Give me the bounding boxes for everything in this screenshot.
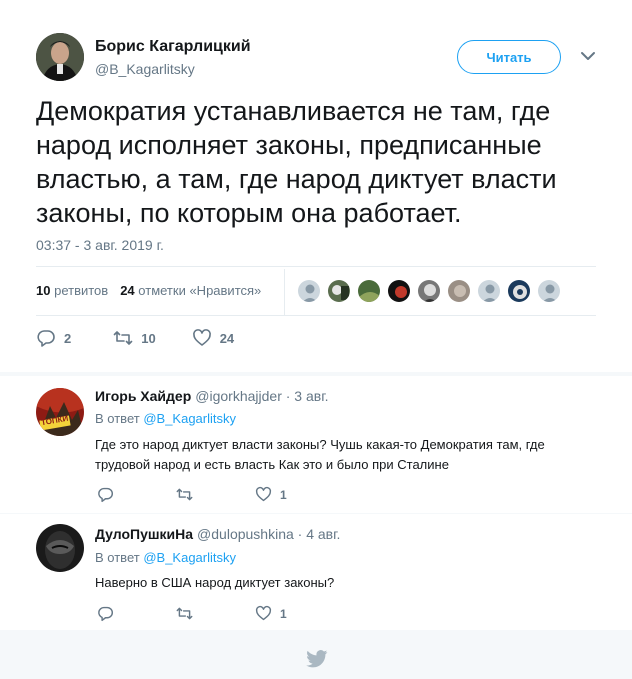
liker-avatar[interactable] bbox=[417, 279, 441, 303]
reply-avatar[interactable]: ТОПКИ bbox=[36, 388, 84, 436]
liker-avatar[interactable] bbox=[357, 279, 381, 303]
author-avatar[interactable] bbox=[36, 33, 84, 81]
reply-tweet[interactable]: ТОПКИ Игорь Хайдер @igorkhajjder · 3 авг.… bbox=[0, 376, 632, 513]
reply-tweet[interactable]: ДулоПушкиНа @dulopushkina · 4 авг. В отве… bbox=[0, 514, 632, 630]
retweets-label: ретвитов bbox=[54, 283, 109, 298]
stats-separator bbox=[284, 269, 285, 315]
in-reply-prefix: В ответ bbox=[95, 550, 140, 565]
likes-stat[interactable]: 24 отметки «Нравится» bbox=[120, 283, 261, 298]
reply-author-handle: @igorkhajjder bbox=[195, 388, 282, 404]
like-count: 1 bbox=[280, 606, 287, 621]
heart-icon bbox=[255, 486, 272, 502]
liker-avatar[interactable] bbox=[537, 279, 561, 303]
reply-button[interactable]: 2 bbox=[36, 328, 71, 348]
heart-icon bbox=[192, 329, 211, 346]
divider bbox=[36, 266, 596, 267]
reply-date[interactable]: · 4 авг. bbox=[298, 526, 341, 542]
liker-avatar[interactable] bbox=[507, 279, 531, 303]
likers-avatars bbox=[297, 279, 561, 303]
retweets-stat[interactable]: 10 ретвитов bbox=[36, 283, 108, 298]
tweet-stats: 10 ретвитов 24 отметки «Нравится» bbox=[36, 283, 261, 298]
tweet-actions: 2 10 24 bbox=[36, 328, 234, 348]
liker-avatar[interactable] bbox=[477, 279, 501, 303]
liker-avatar[interactable] bbox=[447, 279, 471, 303]
main-tweet: Борис Кагарлицкий @B_Kagarlitsky Читать … bbox=[0, 0, 632, 372]
reply-button[interactable] bbox=[97, 486, 114, 503]
in-reply-to: В ответ @B_Kagarlitsky bbox=[95, 411, 236, 426]
like-button[interactable]: 24 bbox=[192, 328, 234, 348]
heart-icon bbox=[255, 605, 272, 621]
like-button[interactable]: 1 bbox=[255, 605, 287, 622]
reply-text: Наверно в США народ диктует законы? bbox=[95, 575, 335, 590]
retweets-count: 10 bbox=[36, 283, 51, 298]
retweet-button[interactable] bbox=[176, 605, 193, 622]
author-name[interactable]: Борис Кагарлицкий bbox=[95, 38, 251, 56]
reply-text: Где это народ диктует власти законы? Чуш… bbox=[95, 437, 545, 472]
retweet-icon bbox=[176, 607, 193, 620]
reply-author[interactable]: ДулоПушкиНа @dulopushkina · 4 авг. bbox=[95, 526, 340, 542]
reply-icon bbox=[98, 606, 113, 622]
like-count: 24 bbox=[219, 330, 235, 346]
retweet-icon bbox=[176, 488, 193, 501]
tweet-text: Демократия устанавливается не там, где н… bbox=[36, 96, 557, 228]
follow-button[interactable]: Читать bbox=[457, 40, 561, 74]
like-count: 1 bbox=[280, 487, 287, 502]
liker-avatar[interactable] bbox=[387, 279, 411, 303]
divider bbox=[36, 315, 596, 316]
retweet-button[interactable] bbox=[176, 486, 193, 503]
reply-count: 2 bbox=[64, 330, 72, 346]
reply-icon bbox=[98, 487, 113, 503]
in-reply-link[interactable]: @B_Kagarlitsky bbox=[143, 411, 236, 426]
reply-author-name: ДулоПушкиНа bbox=[95, 526, 194, 542]
reply-actions: 1 bbox=[97, 605, 287, 622]
retweet-button[interactable]: 10 bbox=[113, 328, 156, 348]
liker-avatar[interactable] bbox=[297, 279, 321, 303]
reply-author[interactable]: Игорь Хайдер @igorkhajjder · 3 авг. bbox=[95, 388, 329, 404]
in-reply-to: В ответ @B_Kagarlitsky bbox=[95, 550, 236, 565]
like-button[interactable]: 1 bbox=[255, 486, 287, 503]
in-reply-prefix: В ответ bbox=[95, 411, 140, 426]
tweet-timestamp[interactable]: 03:37 - 3 авг. 2019 г. bbox=[36, 237, 164, 253]
liker-avatar[interactable] bbox=[327, 279, 351, 303]
retweet-count: 10 bbox=[141, 330, 156, 346]
reply-icon bbox=[37, 330, 55, 347]
retweet-icon bbox=[113, 331, 133, 345]
likes-count: 24 bbox=[120, 283, 135, 298]
reply-avatar[interactable] bbox=[36, 524, 84, 572]
chevron-down-icon[interactable] bbox=[580, 50, 596, 62]
in-reply-link[interactable]: @B_Kagarlitsky bbox=[143, 550, 236, 565]
reply-author-handle: @dulopushkina bbox=[197, 526, 294, 542]
author-handle[interactable]: @B_Kagarlitsky bbox=[95, 61, 195, 77]
reply-button[interactable] bbox=[97, 605, 114, 622]
reply-date[interactable]: · 3 авг. bbox=[286, 388, 329, 404]
twitter-bird-icon[interactable] bbox=[306, 650, 328, 668]
reply-actions: 1 bbox=[97, 486, 287, 503]
likes-label: отметки «Нравится» bbox=[138, 283, 262, 298]
reply-author-name: Игорь Хайдер bbox=[95, 388, 192, 404]
